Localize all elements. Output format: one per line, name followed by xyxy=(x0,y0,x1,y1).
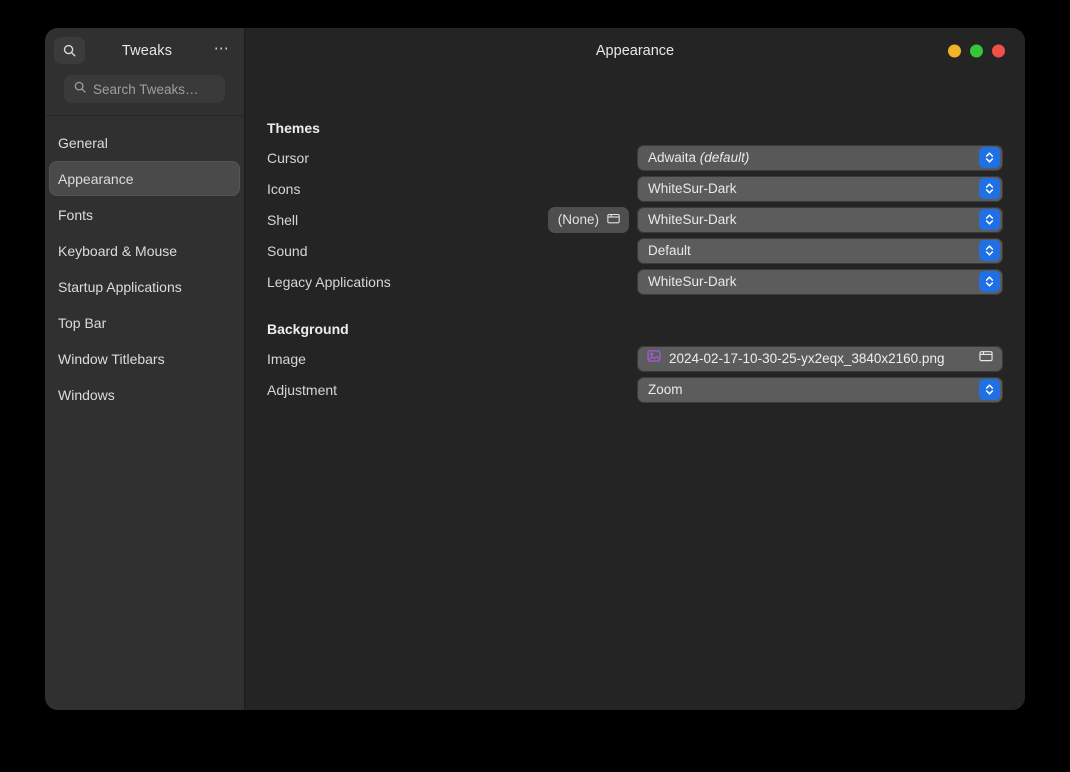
window-minimize-button[interactable] xyxy=(948,44,961,57)
sidebar-item-label: Appearance xyxy=(58,170,134,187)
icons-dropdown[interactable]: WhiteSur-Dark xyxy=(637,175,1003,202)
sidebar-item-label: Windows xyxy=(58,386,115,403)
sound-dropdown[interactable]: Default xyxy=(637,237,1003,264)
page-title: Appearance xyxy=(595,42,675,59)
shell-dropdown-value: WhiteSur-Dark xyxy=(648,212,979,227)
setting-label-cursor: Cursor xyxy=(267,149,310,166)
setting-row-legacy-applications: Legacy Applications WhiteSur-Dark xyxy=(267,266,1003,297)
icons-dropdown-value: WhiteSur-Dark xyxy=(648,181,979,196)
sidebar-item-window-titlebars[interactable]: Window Titlebars xyxy=(49,341,240,376)
chevron-up-down-icon[interactable] xyxy=(979,209,1000,230)
folder-icon xyxy=(978,348,994,369)
sidebar-item-top-bar[interactable]: Top Bar xyxy=(49,305,240,340)
search-icon xyxy=(73,80,87,99)
sound-dropdown-value: Default xyxy=(648,243,979,258)
setting-label-shell: Shell xyxy=(267,211,299,228)
search-icon xyxy=(62,43,77,58)
sidebar-nav-list: General Appearance Fonts Keyboard & Mouse St… xyxy=(45,116,244,413)
sidebar-item-label: Fonts xyxy=(58,206,94,223)
settings-list: Themes Cursor Adwaita (default) Icons WhiteS… xyxy=(245,73,1025,405)
content-header: Appearance xyxy=(245,28,1025,73)
sidebar-item-label: Startup Applications xyxy=(58,278,182,295)
window-close-button[interactable] xyxy=(992,44,1005,57)
setting-row-icons: Icons WhiteSur-Dark xyxy=(267,173,1003,204)
sidebar-item-windows[interactable]: Windows xyxy=(49,377,240,412)
content-area: Appearance Themes Cursor Adwaita (default)… xyxy=(245,28,1025,710)
sidebar-item-label: General xyxy=(58,134,108,151)
dropdown-value-text: Zoom xyxy=(648,382,683,397)
sidebar-item-label: Keyboard & Mouse xyxy=(58,242,178,259)
app-title: Tweaks xyxy=(121,42,173,59)
sidebar-item-label: Window Titlebars xyxy=(58,350,165,367)
setting-row-image: Image 2024-02-17-10-30-25-yx2eqx_3840x216… xyxy=(267,343,1003,374)
setting-row-sound: Sound Default xyxy=(267,235,1003,266)
dropdown-value-text: Adwaita xyxy=(648,150,697,165)
dropdown-value-text: Default xyxy=(648,243,691,258)
sidebar-item-keyboard-mouse[interactable]: Keyboard & Mouse xyxy=(49,233,240,268)
setting-row-cursor: Cursor Adwaita (default) xyxy=(267,142,1003,173)
sidebar-item-startup-applications[interactable]: Startup Applications xyxy=(49,269,240,304)
chevron-up-down-icon[interactable] xyxy=(979,240,1000,261)
wallpaper-filename: 2024-02-17-10-30-25-yx2eqx_3840x2160.png xyxy=(669,351,945,366)
sidebar: Tweaks ⋯ Search Tweaks… General Appearanc… xyxy=(45,28,245,710)
sidebar-item-label: Top Bar xyxy=(58,314,107,331)
legacy-applications-dropdown-value: WhiteSur-Dark xyxy=(648,274,979,289)
pill-button-label: (None) xyxy=(557,212,599,227)
chevron-up-down-icon[interactable] xyxy=(979,271,1000,292)
cursor-dropdown-value: Adwaita (default) xyxy=(648,150,979,165)
dropdown-value-text: WhiteSur-Dark xyxy=(648,274,737,289)
dropdown-value-text: WhiteSur-Dark xyxy=(648,181,737,196)
setting-label-adjustment: Adjustment xyxy=(267,381,338,398)
ellipsis-icon[interactable]: ⋯ xyxy=(209,38,235,64)
folder-icon xyxy=(606,211,621,229)
dropdown-value-suffix: (default) xyxy=(699,150,750,165)
setting-label-legacy-applications: Legacy Applications xyxy=(267,273,391,290)
setting-label-sound: Sound xyxy=(267,242,308,259)
shell-dropdown[interactable]: WhiteSur-Dark xyxy=(637,206,1003,233)
setting-row-shell: Shell (None) WhiteSur-Dark xyxy=(267,204,1003,235)
sidebar-item-appearance[interactable]: Appearance xyxy=(49,161,240,196)
sidebar-item-general[interactable]: General xyxy=(49,125,240,160)
image-file-chooser[interactable]: 2024-02-17-10-30-25-yx2eqx_3840x2160.png xyxy=(637,345,1003,372)
window-controls xyxy=(948,44,1005,57)
dropdown-value-text: WhiteSur-Dark xyxy=(648,212,737,227)
search-toggle-button[interactable] xyxy=(54,37,85,64)
settings-group-background: Background Image 2024-02-17-10-30-25-yx2eq… xyxy=(267,321,1003,405)
group-title: Themes xyxy=(267,120,320,136)
search-area: Search Tweaks… xyxy=(45,73,244,115)
legacy-applications-dropdown[interactable]: WhiteSur-Dark xyxy=(637,268,1003,295)
chevron-up-down-icon[interactable] xyxy=(979,147,1000,168)
tweaks-window: Tweaks ⋯ Search Tweaks… General Appearanc… xyxy=(45,28,1025,710)
adjustment-dropdown[interactable]: Zoom xyxy=(637,376,1003,403)
setting-row-adjustment: Adjustment Zoom xyxy=(267,374,1003,405)
search-input[interactable]: Search Tweaks… xyxy=(64,75,225,103)
row-secondary-control: (None) xyxy=(547,206,629,233)
setting-label-image: Image xyxy=(267,350,306,367)
sidebar-item-fonts[interactable]: Fonts xyxy=(49,197,240,232)
shell-file-button[interactable]: (None) xyxy=(547,206,629,233)
cursor-dropdown[interactable]: Adwaita (default) xyxy=(637,144,1003,171)
sidebar-header: Tweaks ⋯ xyxy=(45,28,244,73)
image-icon xyxy=(646,348,662,369)
window-maximize-button[interactable] xyxy=(970,44,983,57)
setting-label-icons: Icons xyxy=(267,180,301,197)
chevron-up-down-icon[interactable] xyxy=(979,379,1000,400)
group-title: Background xyxy=(267,321,349,337)
settings-group-themes: Themes Cursor Adwaita (default) Icons WhiteS… xyxy=(267,120,1003,297)
adjustment-dropdown-value: Zoom xyxy=(648,382,979,397)
chevron-up-down-icon[interactable] xyxy=(979,178,1000,199)
search-placeholder: Search Tweaks… xyxy=(93,81,199,97)
